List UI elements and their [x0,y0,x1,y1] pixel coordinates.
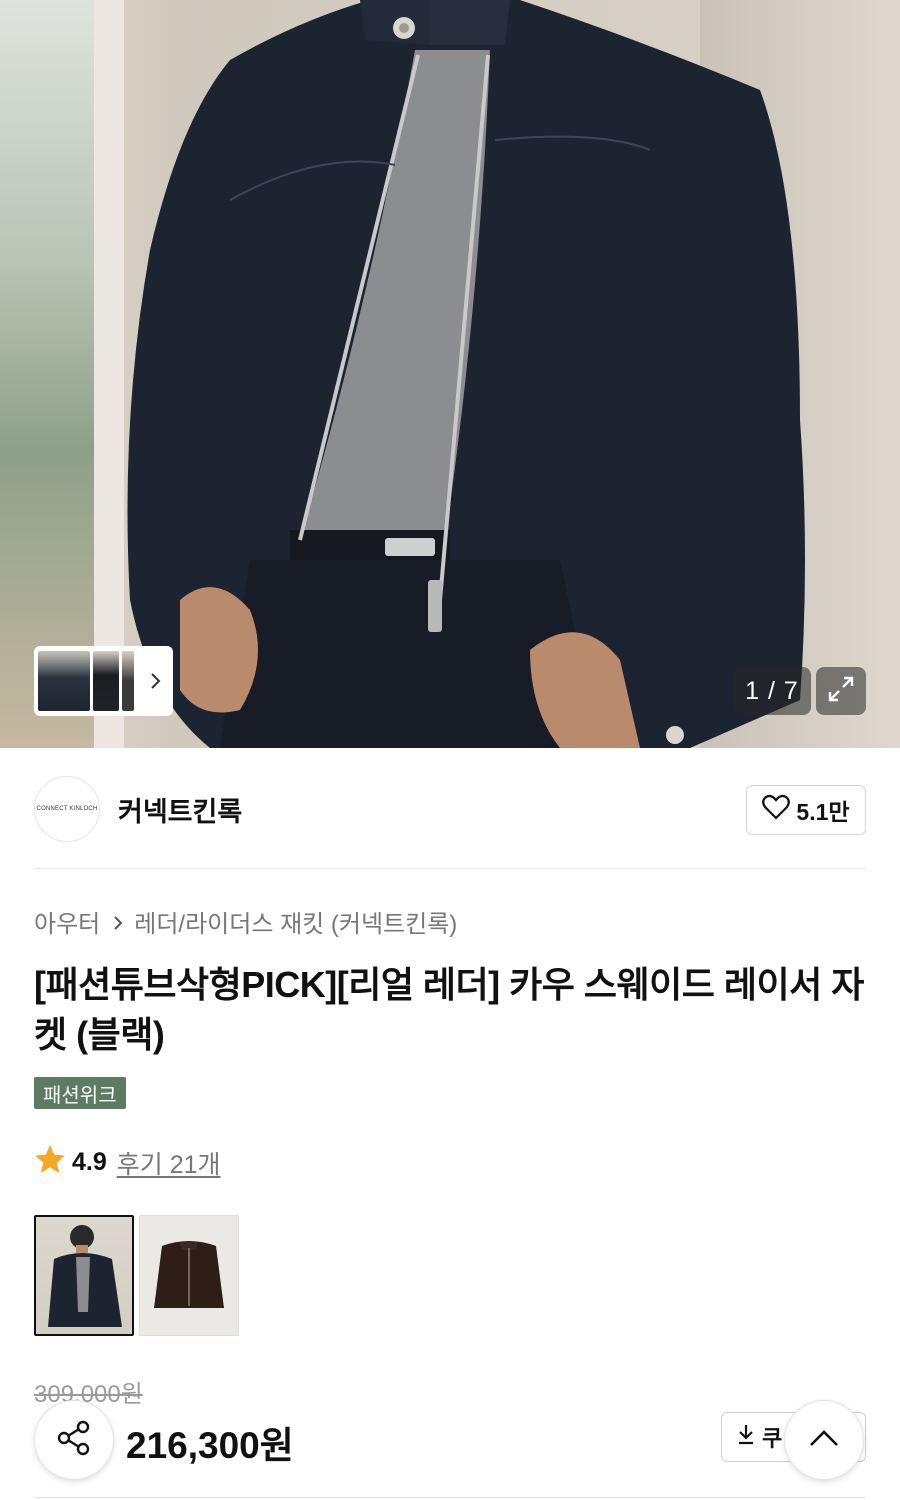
color-option-black[interactable] [34,1215,134,1336]
sale-price: 216,300원 [126,1425,294,1466]
product-photo [127,0,805,748]
expand-icon [825,673,857,710]
star-icon [34,1144,66,1181]
gallery-thumbnail[interactable] [38,651,90,711]
event-badge: 패션위크 [34,1077,126,1109]
rating-row: 4.9 후기 21개 [34,1144,221,1181]
gallery-thumbnail[interactable] [122,651,134,711]
breadcrumb-category[interactable]: 아우터 [34,904,100,939]
chevron-up-icon [808,1428,840,1453]
brand-row: CONNECT KINLOCH 커넥트킨록 5.1만 [34,776,866,842]
option-thumbnail-image [154,1241,224,1308]
share-icon [54,1418,94,1463]
breadcrumb: 아우터 레더/라이더스 재킷 (커넥트킨록) [34,904,457,939]
rating-score: 4.9 [72,1148,107,1176]
product-title: [패션튜브삭형PICK][리얼 레더] 카우 스웨이드 레이서 자켓 (블랙) [34,964,864,1055]
brand-logo-text: CONNECT KINLOCH [36,806,98,812]
chevron-right-icon [112,913,124,931]
reviews-link[interactable]: 후기 21개 [117,1145,221,1181]
like-button[interactable]: 5.1만 [746,785,866,835]
scroll-to-top-button[interactable] [784,1400,864,1480]
coupon-label: 쿠 [762,1426,783,1451]
like-count: 5.1만 [796,799,850,825]
brand-name[interactable]: 커넥트킨록 [118,790,242,829]
fullscreen-button[interactable] [816,667,866,715]
image-counter: 1 / 7 [733,667,811,715]
brand-logo[interactable]: CONNECT KINLOCH [34,776,100,842]
option-thumbnail-image [48,1225,122,1327]
breadcrumb-subcategory[interactable]: 레더/라이더스 재킷 (커넥트킨록) [134,904,457,939]
gallery-thumbnail-strip[interactable] [34,646,173,716]
divider [34,1497,866,1498]
divider [34,868,866,869]
share-button[interactable] [34,1400,114,1480]
download-icon [736,1423,756,1451]
chevron-right-icon[interactable] [143,669,167,693]
gallery-thumbnail[interactable] [93,651,119,711]
color-option-brown[interactable] [139,1215,239,1336]
heart-icon [762,794,791,826]
color-options [34,1215,239,1336]
product-image-gallery[interactable]: 1 / 7 [0,0,900,748]
